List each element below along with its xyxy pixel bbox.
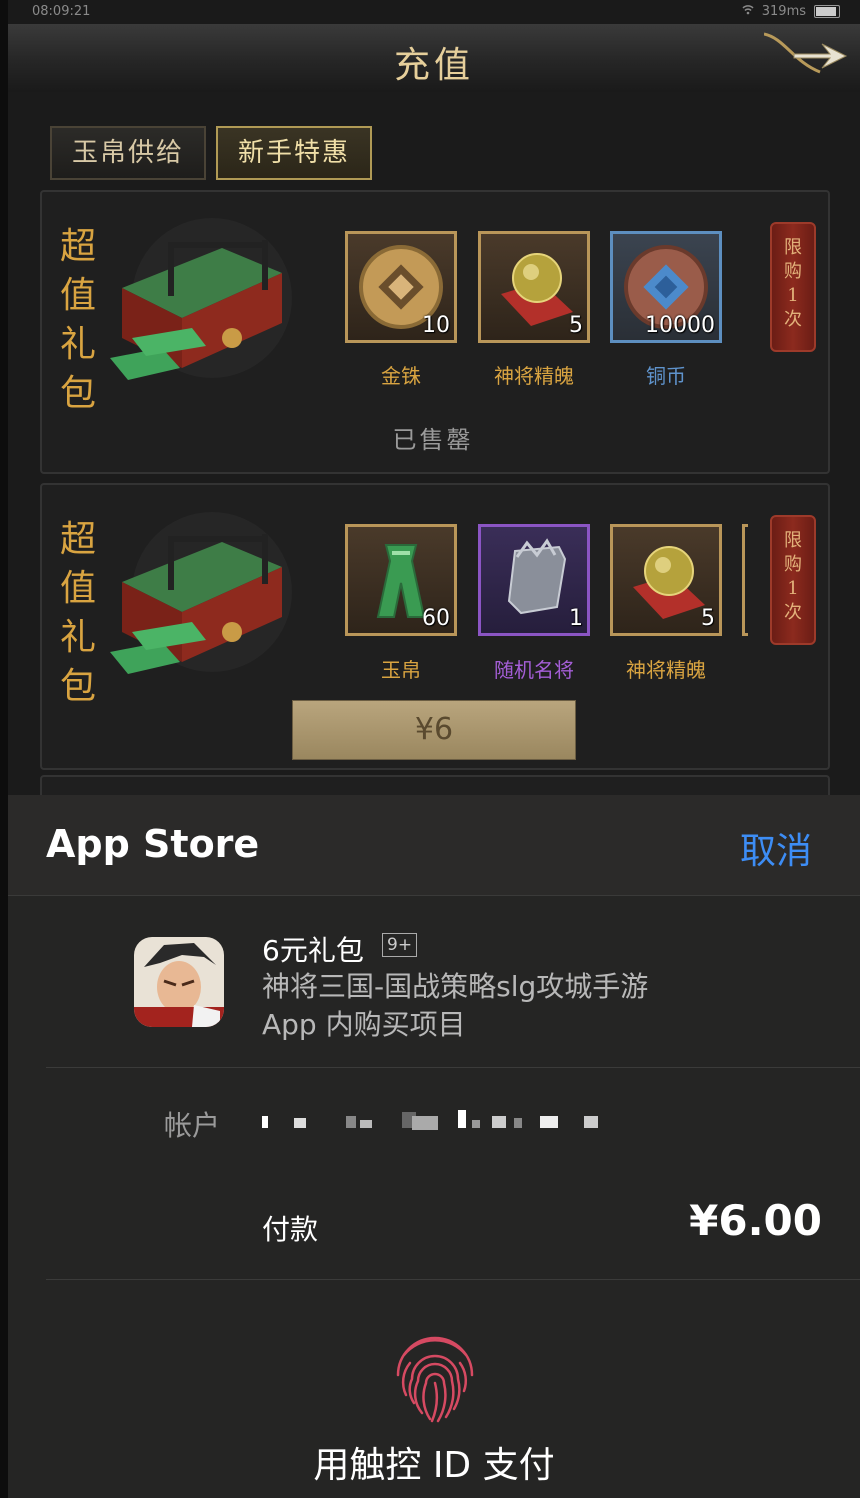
wifi-icon [742,4,754,19]
item-spirit-orb[interactable]: 5 [610,524,722,636]
gift-char: 礼 [59,617,96,658]
item-name: 金铢 [381,364,421,388]
item-name: 玉帛 [381,658,421,682]
latency-label: 319ms [761,4,806,19]
tag-char: 限 [784,237,802,258]
tab-jade-supply[interactable]: 玉帛供给 [50,126,206,180]
buy-button[interactable]: ¥6 [292,700,576,760]
divider [46,1067,860,1068]
gift-char: 包 [59,666,96,707]
tag-char: 限 [784,530,802,551]
item-count: 1 [569,606,583,631]
back-arrow-icon[interactable] [763,32,848,80]
gift-char: 超 [59,226,96,267]
item-count: 5 [701,606,715,631]
sheet-title: App Store [46,822,260,866]
page-title: 充值 [393,45,474,86]
product-name: 6元礼包 [262,934,364,967]
item-name: 神将精魄 [494,364,574,388]
tag-char: 次 [784,602,802,623]
limit-tag: 限 购 1 次 [770,515,816,645]
age-rating-badge: 9+ [382,933,418,957]
app-icon [134,937,224,1027]
pay-label: 付款 [262,1213,319,1246]
top-header: 充值 [8,24,860,94]
item-name: 神将精魄 [626,658,706,682]
battery-icon [814,5,840,18]
cancel-button[interactable]: 取消 [740,822,812,874]
item-count: 10 [422,313,450,338]
item-count: 10000 [645,313,715,338]
gift-char: 礼 [59,324,96,365]
item-copper-coin[interactable]: 10000 [610,231,722,343]
fingerprint-icon[interactable] [384,1325,486,1427]
gift-char: 值 [59,275,96,316]
account-label: 帐户 [164,1109,221,1142]
item-random-general[interactable]: 1 [478,524,590,636]
purchase-type: App 内购买项目 [262,1008,466,1041]
tag-char: 1 [787,578,799,599]
gift-box-icon [102,512,292,682]
status-bar: 08:09:21 319ms [8,0,860,24]
item-name: 随机名将 [494,658,574,682]
gift-char: 值 [59,568,96,609]
touch-id-prompt: 用触控 ID 支付 [313,1445,555,1486]
status-time: 08:09:21 [32,4,91,19]
sold-out-label: 已售罄 [392,426,474,454]
item-more-indicator [742,524,748,636]
item-count: 5 [569,313,583,338]
gift-char: 超 [59,519,96,560]
divider [46,1279,860,1280]
tag-char: 购 [784,554,802,575]
gift-box-icon [102,218,292,388]
item-spirit-orb[interactable]: 5 [478,231,590,343]
gift-title-vertical: 超 值 礼 包 [56,222,100,418]
item-jade-token[interactable]: 60 [345,524,457,636]
gift-char: 包 [59,373,96,414]
tab-newbie-deals[interactable]: 新手特惠 [216,126,372,180]
limit-tag: 限 购 1 次 [770,222,816,352]
app-name: 神将三国-国战策略slg攻城手游 [262,970,649,1003]
item-name: 铜币 [646,364,686,388]
account-value-redacted [262,1108,622,1134]
tag-char: 1 [787,285,799,306]
tag-char: 次 [784,309,802,330]
item-gold-coin[interactable]: 10 [345,231,457,343]
item-count: 60 [422,606,450,631]
tag-char: 购 [784,261,802,282]
pay-amount: ¥6.00 [689,1196,822,1245]
gift-title-vertical: 超 值 礼 包 [56,515,100,711]
